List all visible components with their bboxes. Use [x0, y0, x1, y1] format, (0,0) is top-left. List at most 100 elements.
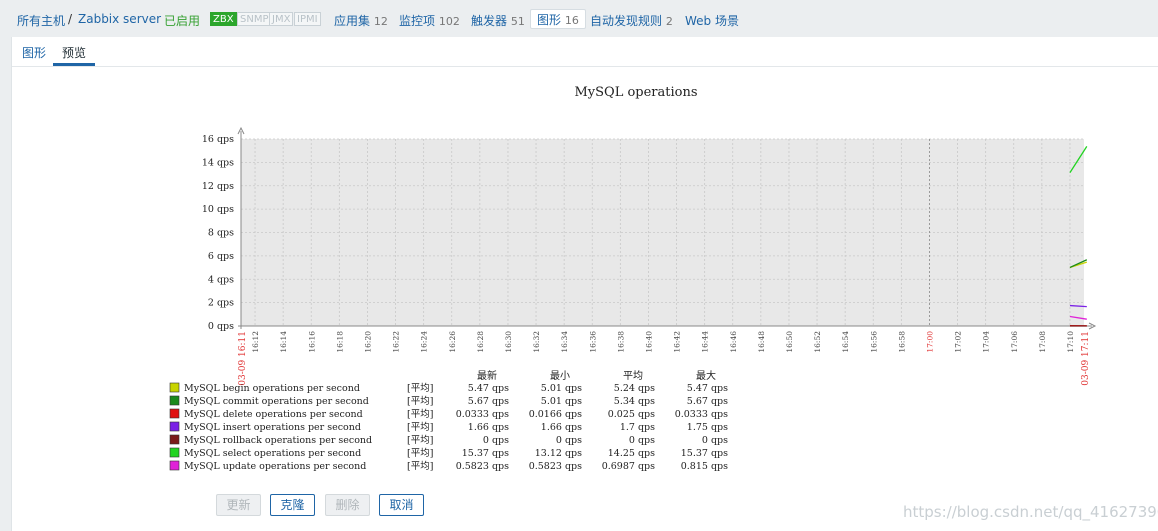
legend-value-min: 0 qps	[556, 435, 582, 446]
chart-title: MySQL operations	[574, 85, 697, 100]
tab-graph[interactable]: 图形	[22, 44, 46, 61]
legend-value-avg: 14.25 qps	[608, 448, 655, 459]
legend-value-min: 1.66 qps	[541, 422, 582, 433]
nav-triggers[interactable]: 触发器 51	[471, 12, 525, 29]
host-navigation-bar: 所有主机 / Zabbix server 已启用 ZBX SNMP JMX IP…	[0, 0, 1158, 37]
x-tick-label: 16:44	[701, 331, 710, 353]
y-tick-label: 2 qps	[208, 298, 234, 309]
legend-swatch	[169, 382, 180, 393]
nav-items-count: 102	[438, 15, 460, 28]
legend-value-last: 0.5823 qps	[456, 461, 509, 472]
legend-series-name: MySQL rollback operations per second	[184, 435, 372, 446]
graph-form-panel: 图形 预览 MySQL operations 0 qps 2 qps 4 qps 6 …	[11, 37, 1158, 531]
legend-swatch	[169, 434, 180, 445]
legend-value-min: 13.12 qps	[535, 448, 582, 459]
x-tick-label: 16:30	[504, 331, 513, 353]
legend-value-last: 5.47 qps	[468, 383, 509, 394]
breadcrumb-host[interactable]: Zabbix server	[78, 12, 161, 26]
host-status-enabled[interactable]: 已启用	[164, 12, 200, 29]
legend-value-max: 5.67 qps	[687, 396, 728, 407]
legend-value-min: 0.0166 qps	[529, 409, 582, 420]
legend-series-name: MySQL select operations per second	[184, 448, 361, 459]
nav-applications[interactable]: 应用集 12	[334, 12, 388, 29]
legend-swatch	[169, 408, 180, 419]
legend-value-last: 1.66 qps	[468, 422, 509, 433]
legend-value-max: 1.75 qps	[687, 422, 728, 433]
legend-series-name: MySQL commit operations per second	[184, 396, 369, 407]
x-tick-label: 17:06	[1010, 331, 1019, 353]
x-tick-label: 16:38	[616, 331, 625, 353]
update-button[interactable]: 更新	[216, 494, 261, 516]
legend-column-header: 最大	[696, 369, 716, 382]
nav-discovery-rules-label: 自动发现规则	[590, 14, 663, 28]
nav-discovery-rules[interactable]: 自动发现规则 2	[590, 12, 673, 29]
y-tick-label: 8 qps	[208, 228, 234, 239]
legend-series-name: MySQL begin operations per second	[184, 383, 360, 394]
legend-value-avg: 0 qps	[629, 435, 655, 446]
x-tick-label: 17:02	[954, 331, 963, 353]
x-tick-label: 16:28	[476, 331, 485, 353]
form-tabs: 图形 预览	[12, 37, 1158, 67]
legend-function: [平均]	[407, 395, 433, 407]
y-tick-label: 6 qps	[208, 251, 234, 262]
x-tick-label: 16:36	[588, 331, 597, 353]
legend-column-header: 最新	[477, 369, 497, 382]
y-tick-label: 4 qps	[208, 274, 234, 285]
legend-value-last: 0.0333 qps	[456, 409, 509, 420]
legend-value-max: 0.815 qps	[681, 461, 728, 472]
x-tick-label: 16:12	[251, 331, 260, 353]
x-tick-label: 16:48	[757, 331, 766, 353]
nav-web-scenarios[interactable]: Web 场景	[685, 12, 739, 29]
breadcrumb-all-hosts[interactable]: 所有主机	[17, 12, 65, 29]
legend-swatch	[169, 447, 180, 458]
legend-series-name: MySQL update operations per second	[184, 461, 366, 472]
nav-discovery-rules-count: 2	[665, 15, 673, 28]
legend-swatch	[169, 421, 180, 432]
nav-graphs[interactable]: 图形 16	[530, 9, 586, 29]
x-tick-label: 17:00	[925, 331, 934, 353]
nav-items[interactable]: 监控项 102	[399, 12, 460, 29]
nav-items-label: 监控项	[399, 14, 436, 28]
x-tick-label: 17:08	[1038, 331, 1047, 353]
y-tick-label: 12 qps	[202, 181, 234, 192]
x-tick-label: 16:26	[448, 331, 457, 353]
x-tick-label: 16:34	[560, 331, 569, 353]
breadcrumb-separator: /	[68, 12, 73, 26]
cancel-button[interactable]: 取消	[379, 494, 424, 516]
nav-applications-count: 12	[373, 15, 388, 28]
x-tick-label: 17:04	[982, 331, 991, 353]
watermark-text: https://blog.csdn.net/qq_41627390	[903, 503, 1158, 521]
legend-function: [平均]	[407, 408, 433, 420]
legend-function: [平均]	[407, 421, 433, 433]
x-end-label: 03-09 17:11	[1081, 331, 1091, 386]
legend-value-min: 5.01 qps	[541, 383, 582, 394]
x-tick-label: 16:24	[420, 331, 429, 353]
x-tick-label: 16:32	[532, 331, 541, 353]
nav-triggers-count: 51	[510, 15, 525, 28]
tab-preview[interactable]: 预览	[62, 44, 86, 61]
delete-button[interactable]: 删除	[325, 494, 370, 516]
legend-value-last: 15.37 qps	[462, 448, 509, 459]
x-tick-label: 16:18	[335, 331, 344, 353]
clone-button[interactable]: 克隆	[270, 494, 315, 516]
x-tick-label: 16:52	[813, 331, 822, 353]
legend-value-avg: 5.34 qps	[614, 396, 655, 407]
x-tick-label: 16:54	[841, 331, 850, 353]
legend-value-avg: 1.7 qps	[620, 422, 655, 433]
legend-value-min: 0.5823 qps	[529, 461, 582, 472]
x-tick-label: 17:10	[1066, 331, 1075, 353]
x-tick-label: 16:16	[307, 331, 316, 353]
legend-value-avg: 5.24 qps	[614, 383, 655, 394]
nav-graphs-label: 图形	[537, 13, 562, 27]
x-tick-label: 16:56	[869, 331, 878, 353]
nav-triggers-label: 触发器	[471, 14, 508, 28]
legend-value-avg: 0.6987 qps	[602, 461, 655, 472]
availability-ipmi-badge: IPMI	[294, 12, 321, 26]
nav-graphs-count: 16	[564, 14, 579, 27]
x-tick-label: 16:50	[785, 331, 794, 353]
legend-value-max: 0.0333 qps	[675, 409, 728, 420]
y-tick-label: 16 qps	[202, 134, 234, 145]
availability-zbx-badge: ZBX	[210, 12, 237, 26]
x-tick-label: 16:46	[729, 331, 738, 353]
x-tick-label: 16:14	[279, 331, 288, 353]
